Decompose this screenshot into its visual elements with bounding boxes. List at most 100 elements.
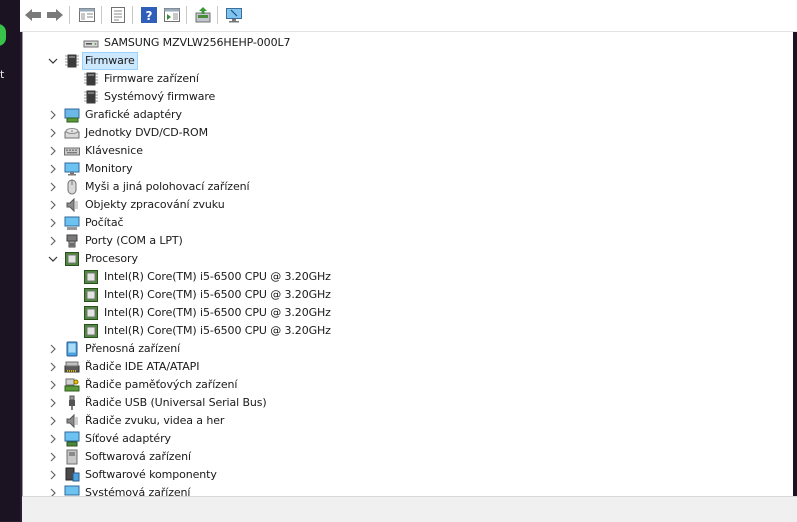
- tree-device[interactable]: Intel(R) Core(TM) i5-6500 CPU @ 3.20GHz: [23, 304, 797, 322]
- tree-device[interactable]: Firmware zařízení: [23, 70, 797, 88]
- tree-item-label: Myši a jiná polohovací zařízení: [85, 180, 250, 193]
- tree-category[interactable]: Řadiče IDE ATA/ATAPI: [23, 358, 797, 376]
- tree-item-label: Klávesnice: [85, 144, 143, 157]
- tree-item-label: Objekty zpracování zvuku: [85, 198, 225, 211]
- chevron-right-icon[interactable]: [47, 415, 59, 427]
- tree-item-label: Řadiče USB (Universal Serial Bus): [85, 396, 267, 409]
- back-button[interactable]: [24, 6, 42, 24]
- tree-category[interactable]: Síťové adaptéry: [23, 430, 797, 448]
- tree-item-label: Intel(R) Core(TM) i5-6500 CPU @ 3.20GHz: [104, 324, 331, 337]
- ide-controller-icon: [64, 359, 80, 375]
- tree-category[interactable]: Grafické adaptéry: [23, 106, 797, 124]
- window-edge: [793, 32, 797, 496]
- tree-device[interactable]: Systémový firmware: [23, 88, 797, 106]
- tree-item-label: Porty (COM a LPT): [85, 234, 183, 247]
- toolbar-separator: [217, 6, 218, 24]
- help-button[interactable]: ?: [140, 6, 158, 24]
- chevron-right-icon[interactable]: [47, 379, 59, 391]
- chevron-right-icon[interactable]: [47, 361, 59, 373]
- tree-category[interactable]: Porty (COM a LPT): [23, 232, 797, 250]
- tree-category[interactable]: Počítač: [23, 214, 797, 232]
- tree-device[interactable]: Intel(R) Core(TM) i5-6500 CPU @ 3.20GHz: [23, 268, 797, 286]
- tree-category[interactable]: Softwarová zařízení: [23, 448, 797, 466]
- processor-icon: [83, 269, 99, 285]
- speaker-icon: [64, 197, 80, 213]
- tree-device[interactable]: Intel(R) Core(TM) i5-6500 CPU @ 3.20GHz: [23, 322, 797, 340]
- chevron-right-icon[interactable]: [47, 343, 59, 355]
- monitor-icon: [64, 161, 80, 177]
- speaker-icon: [64, 413, 80, 429]
- tree-item-label: SAMSUNG MZVLW256HEHP-000L7: [104, 36, 291, 49]
- chevron-right-icon[interactable]: [47, 433, 59, 445]
- tree-device[interactable]: Intel(R) Core(TM) i5-6500 CPU @ 3.20GHz: [23, 286, 797, 304]
- tree-item-label: Řadiče paměťových zařízení: [85, 378, 238, 391]
- tree-item-label: Softwarová zařízení: [85, 450, 191, 463]
- chevron-right-icon[interactable]: [47, 109, 59, 121]
- tree-device[interactable]: SAMSUNG MZVLW256HEHP-000L7: [23, 34, 797, 52]
- app-badge-icon: [0, 24, 6, 46]
- firmware-chip-icon: [83, 71, 99, 87]
- processor-icon: [64, 251, 80, 267]
- tree-category[interactable]: Objekty zpracování zvuku: [23, 196, 797, 214]
- tree-item-label: Procesory: [85, 252, 138, 265]
- device-tree: SAMSUNG MZVLW256HEHP-000L7 Firmware Firmwa…: [22, 32, 797, 496]
- chevron-right-icon[interactable]: [47, 469, 59, 481]
- tree-category[interactable]: Softwarové komponenty: [23, 466, 797, 484]
- portable-device-icon: [64, 341, 80, 357]
- forward-button[interactable]: [46, 6, 64, 24]
- action-pane-button[interactable]: [163, 6, 181, 24]
- storage-controller-icon: [64, 377, 80, 393]
- tree-category[interactable]: Řadiče paměťových zařízení: [23, 376, 797, 394]
- background-desktop-strip: t: [0, 0, 20, 521]
- tree-category[interactable]: Řadiče USB (Universal Serial Bus): [23, 394, 797, 412]
- tree-item-label: Přenosná zařízení: [85, 342, 181, 355]
- chevron-right-icon[interactable]: [47, 145, 59, 157]
- toolbar-separator: [186, 6, 187, 24]
- tree-category[interactable]: Řadiče zvuku, videa a her: [23, 412, 797, 430]
- chevron-right-icon[interactable]: [47, 451, 59, 463]
- port-icon: [64, 233, 80, 249]
- system-device-icon: [64, 485, 80, 496]
- chevron-right-icon[interactable]: [47, 181, 59, 193]
- tree-category[interactable]: Firmware: [23, 52, 797, 70]
- usb-icon: [64, 395, 80, 411]
- chevron-down-icon[interactable]: [47, 253, 59, 265]
- tree-item-label: Jednotky DVD/CD-ROM: [85, 126, 208, 139]
- tree-category[interactable]: Klávesnice: [23, 142, 797, 160]
- chevron-down-icon[interactable]: [47, 55, 59, 67]
- show-hide-console-tree-button[interactable]: [78, 6, 96, 24]
- computer-icon: [64, 215, 80, 231]
- console-tree-icon: [79, 8, 95, 22]
- properties-button[interactable]: [109, 6, 127, 24]
- display-adapter-icon: [64, 107, 80, 123]
- chevron-right-icon[interactable]: [47, 217, 59, 229]
- chevron-right-icon[interactable]: [47, 127, 59, 139]
- software-component-icon: [64, 467, 80, 483]
- dvd-drive-icon: [64, 125, 80, 141]
- chevron-right-icon[interactable]: [47, 235, 59, 247]
- keyboard-icon: [64, 143, 80, 159]
- tree-category[interactable]: Myši a jiná polohovací zařízení: [23, 178, 797, 196]
- update-driver-icon: [195, 7, 211, 23]
- chevron-right-icon[interactable]: [47, 487, 59, 496]
- chevron-right-icon[interactable]: [47, 163, 59, 175]
- tree-item-label: Grafické adaptéry: [85, 108, 182, 121]
- update-driver-button[interactable]: [194, 6, 212, 24]
- chevron-right-icon[interactable]: [47, 397, 59, 409]
- tree-category[interactable]: Procesory: [23, 250, 797, 268]
- tree-item-label: Počítač: [85, 216, 124, 229]
- chevron-right-icon[interactable]: [47, 199, 59, 211]
- horizontal-scrollbar[interactable]: [22, 496, 797, 522]
- arrow-left-icon: [25, 9, 41, 21]
- network-adapter-icon: [64, 431, 80, 447]
- tree-category[interactable]: Monitory: [23, 160, 797, 178]
- tree-item-label: Intel(R) Core(TM) i5-6500 CPU @ 3.20GHz: [104, 288, 331, 301]
- toolbar-separator: [101, 6, 102, 24]
- tree-category[interactable]: Přenosná zařízení: [23, 340, 797, 358]
- arrow-right-icon: [47, 9, 63, 21]
- tree-item-label: Firmware zařízení: [104, 72, 199, 85]
- tree-category[interactable]: Jednotky DVD/CD-ROM: [23, 124, 797, 142]
- scan-hardware-button[interactable]: [225, 6, 243, 24]
- tree-category[interactable]: Systémová zařízení: [23, 484, 797, 496]
- firmware-chip-icon: [64, 53, 80, 69]
